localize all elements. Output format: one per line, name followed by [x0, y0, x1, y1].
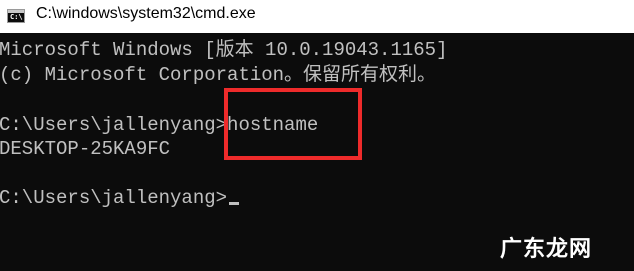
title-bar[interactable]: C:\ C:\windows\system32\cmd.exe	[0, 0, 634, 33]
console-line-hostname-output: DESKTOP-25KA9FC	[0, 138, 171, 160]
console-line-version: Microsoft Windows [版本 10.0.19043.1165]	[0, 39, 448, 61]
cmd-window: C:\ C:\windows\system32\cmd.exe Microsof…	[0, 0, 634, 271]
command-prompt-icon: C:\	[7, 9, 25, 23]
icon-glyph: C:\	[10, 13, 23, 21]
text-cursor	[229, 202, 240, 205]
watermark-text: 广东龙网	[500, 237, 593, 262]
console-line-copyright: (c) Microsoft Corporation。保留所有权利。	[0, 64, 437, 86]
console-current-prompt-line[interactable]: C:\Users\jallenyang>	[0, 186, 240, 210]
window-title: C:\windows\system32\cmd.exe	[36, 5, 256, 22]
console-current-prompt: C:\Users\jallenyang>	[0, 187, 228, 209]
hostname-highlight-box	[224, 88, 362, 160]
